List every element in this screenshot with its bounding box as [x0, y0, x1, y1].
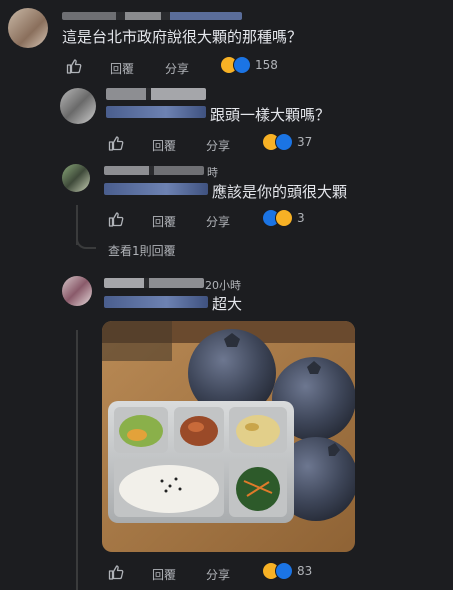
share-button[interactable]: 分享 [206, 213, 230, 230]
reply-button[interactable]: 回覆 [152, 566, 176, 583]
avatar[interactable] [8, 8, 48, 48]
comment-text: 超大 [212, 295, 243, 313]
reaction-count: 83 [297, 564, 313, 578]
like-reaction-icon [275, 562, 293, 580]
author-line-blurred[interactable] [104, 183, 208, 195]
reaction-count: 158 [255, 58, 278, 72]
photo-illustration [102, 321, 355, 552]
like-reaction-icon [275, 133, 293, 151]
comment-photo[interactable] [102, 321, 355, 552]
author-name-blurred[interactable] [106, 88, 206, 100]
reactions[interactable]: 37 [262, 133, 312, 151]
author-name-blurred[interactable] [104, 166, 204, 175]
author-line-blurred[interactable] [104, 296, 208, 308]
reactions[interactable]: 3 [262, 209, 305, 227]
reply-connector [76, 233, 96, 249]
author-name-blurred[interactable] [104, 278, 204, 288]
thumbs-up-icon[interactable] [108, 564, 124, 580]
thread-line [76, 330, 78, 590]
author-name-blurred[interactable] [62, 12, 242, 20]
share-button[interactable]: 分享 [165, 60, 189, 77]
comment-text: 這是台北市政府說很大顆的那種嗎？ [62, 28, 303, 46]
avatar[interactable] [60, 88, 96, 124]
avatar[interactable] [62, 276, 92, 306]
avatar[interactable] [62, 164, 90, 192]
reaction-count: 3 [297, 211, 305, 225]
author-line-blurred[interactable] [106, 106, 206, 118]
thumbs-up-icon[interactable] [108, 135, 124, 151]
comment-text: 應該是你的頭很大顆 [212, 183, 348, 201]
share-button[interactable]: 分享 [206, 137, 230, 154]
thumbs-up-icon[interactable] [66, 58, 82, 74]
comment-text: 跟頭一樣大顆嗎？ [210, 106, 331, 124]
reply-button[interactable]: 回覆 [152, 137, 176, 154]
timestamp[interactable]: 20小時 [205, 277, 241, 293]
share-button[interactable]: 分享 [206, 566, 230, 583]
timestamp[interactable]: 時 [207, 164, 218, 180]
reactions[interactable]: 158 [220, 56, 278, 74]
reaction-count: 37 [297, 135, 313, 149]
reply-button[interactable]: 回覆 [152, 213, 176, 230]
thumbs-up-icon[interactable] [108, 211, 124, 227]
like-reaction-icon [233, 56, 251, 74]
reactions[interactable]: 83 [262, 562, 312, 580]
reply-button[interactable]: 回覆 [110, 60, 134, 77]
view-replies-link[interactable]: 查看1則回覆 [108, 242, 176, 259]
haha-emoji-icon [275, 209, 293, 227]
